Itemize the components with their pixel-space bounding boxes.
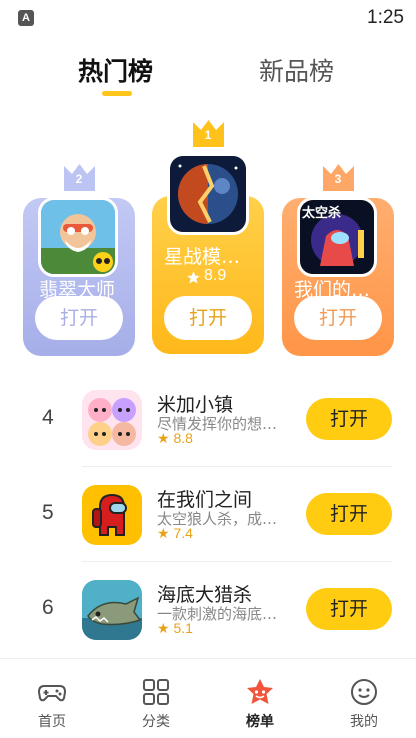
status-time: 1:25 bbox=[367, 7, 404, 28]
open-button[interactable]: 打开 bbox=[306, 398, 392, 440]
app-icon-deep-sea-hunter[interactable] bbox=[82, 580, 142, 640]
toca-town-art bbox=[82, 390, 142, 450]
list-item[interactable]: 4 米加小镇 尽情发挥你的想… ★ 8.8 打开 bbox=[0, 372, 416, 467]
star-war-sim-art bbox=[170, 156, 246, 232]
open-button[interactable]: 打开 bbox=[35, 296, 123, 340]
gamepad-icon bbox=[37, 685, 67, 702]
app-rating: ★ 5.1 bbox=[157, 620, 193, 637]
tab-hot-ranking[interactable]: 热门榜 bbox=[78, 52, 153, 88]
star-icon bbox=[187, 271, 200, 284]
podium-rank-number: 3 bbox=[334, 172, 342, 186]
podium-rating: 8.9 bbox=[204, 267, 227, 284]
podium-rank-number: 2 bbox=[75, 172, 83, 186]
podium-first: 1 星战模… 8.9 打开 bbox=[152, 118, 264, 356]
nav-home[interactable]: 首页 bbox=[0, 659, 104, 738]
nav-label: 榜单 bbox=[246, 714, 274, 730]
nav-category[interactable]: 分类 bbox=[104, 659, 208, 738]
deep-sea-hunter-art bbox=[82, 580, 142, 640]
active-tab-indicator bbox=[102, 91, 132, 96]
nav-label: 首页 bbox=[38, 714, 66, 730]
list-item[interactable]: 5 在我们之间 太空狼人杀，成… ★ 7.4 打开 bbox=[0, 467, 416, 562]
open-button[interactable]: 打开 bbox=[306, 493, 392, 535]
smiley-icon bbox=[351, 679, 377, 705]
app-icon-among-us[interactable] bbox=[82, 485, 142, 545]
app-notification-icon: A bbox=[18, 10, 34, 26]
podium-second: 2 翡翠大师 打开 bbox=[23, 160, 135, 356]
grid-icon bbox=[143, 679, 169, 705]
ranking-star-icon bbox=[247, 679, 273, 704]
app-icon-star-war-sim[interactable] bbox=[167, 153, 249, 235]
rank-number: 4 bbox=[42, 406, 54, 429]
ranking-tabs: 热门榜 新品榜 bbox=[0, 52, 416, 102]
nav-label: 我的 bbox=[350, 714, 378, 730]
status-bar: A 1:25 bbox=[0, 0, 416, 36]
rank-number: 6 bbox=[42, 596, 54, 619]
app-icon-toca-town[interactable] bbox=[82, 390, 142, 450]
nav-mine[interactable]: 我的 bbox=[312, 659, 416, 738]
bottom-navigation: 首页 分类 榜单 我的 bbox=[0, 658, 416, 738]
jade-master-art bbox=[41, 200, 115, 274]
nav-ranking[interactable]: 榜单 bbox=[208, 659, 312, 738]
podium-app-name: 星战模… bbox=[164, 246, 241, 268]
app-icon-title-text: 太空杀 bbox=[302, 206, 342, 221]
tab-new-ranking[interactable]: 新品榜 bbox=[259, 52, 334, 88]
star-icon: ★ bbox=[157, 620, 170, 636]
list-item[interactable]: 6 海底大猎杀 一款刺激的海底… ★ 5.1 打开 bbox=[0, 562, 416, 657]
app-icon-jade-master[interactable] bbox=[38, 197, 118, 277]
rank-number: 5 bbox=[42, 501, 54, 524]
podium-third: 3 太空杀 我们的… 打开 bbox=[282, 160, 394, 356]
rating-value: 7.4 bbox=[173, 525, 193, 541]
rating-value: 8.8 bbox=[173, 430, 193, 446]
podium-rank-number: 1 bbox=[204, 128, 212, 142]
app-rating: ★ 8.8 bbox=[157, 430, 193, 447]
app-rating: ★ 7.4 bbox=[157, 525, 193, 542]
nav-label: 分类 bbox=[142, 714, 170, 730]
open-button[interactable]: 打开 bbox=[306, 588, 392, 630]
rating-value: 5.1 bbox=[173, 620, 193, 636]
star-icon: ★ bbox=[157, 430, 170, 446]
among-us-art bbox=[82, 485, 142, 545]
open-button[interactable]: 打开 bbox=[294, 296, 382, 340]
open-button[interactable]: 打开 bbox=[164, 296, 252, 340]
star-icon: ★ bbox=[157, 525, 170, 541]
